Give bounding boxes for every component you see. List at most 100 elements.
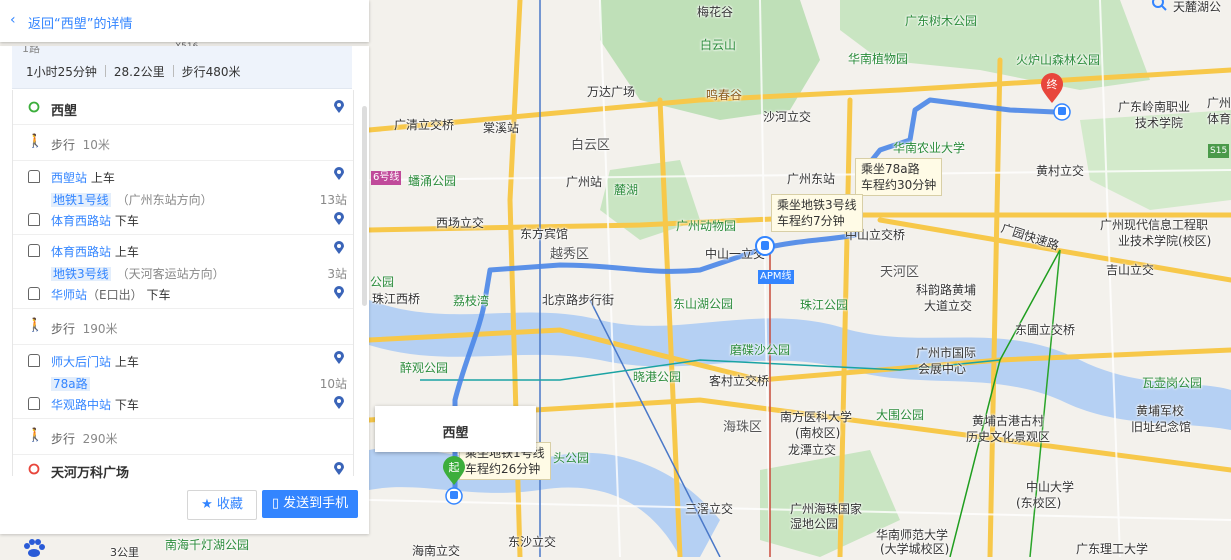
walk-label: 步行 10米 [51, 136, 110, 153]
map-label: 黄埔军校 [1136, 404, 1185, 418]
step-bus[interactable]: 师大后门站 上车 78a路 10站 华观路中站 下车 [13, 344, 353, 419]
line-badge[interactable]: 地铁1号线 [51, 193, 111, 207]
back-to-detail-bar[interactable]: ‹ 返回“西塱”的详情 [0, 0, 369, 42]
line-info[interactable]: 地铁1号线 （广州东站方向） [51, 191, 213, 208]
stop-count: 3站 [327, 267, 347, 281]
map-label: 龙潭立交 [788, 443, 837, 457]
station-name: 师大后门站 [51, 355, 112, 369]
baidu-paw-logo-icon [24, 539, 45, 557]
map-label: 南海千灯湖公园 [165, 538, 250, 552]
destination-dot-icon [28, 463, 40, 475]
bus-segment-callout: 乘坐78a路 车程约30分钟 [855, 158, 943, 196]
location-pin-icon[interactable] [333, 396, 345, 410]
origin-name: 西塱 [51, 104, 78, 119]
map-label: 海南立交 [412, 544, 461, 558]
location-pin-icon[interactable] [333, 212, 345, 226]
map-label: 天河区 [880, 265, 920, 280]
map-label: 广州现代信息工程职 [1100, 218, 1209, 232]
map-label: 大围公园 [876, 408, 925, 422]
step-destination[interactable]: 天河万科广场 [13, 454, 353, 484]
map-label: 东山湖公园 [673, 297, 734, 311]
end-bus-stop-icon [1053, 103, 1071, 121]
map-label: 头公园 [553, 451, 590, 465]
panel-actions: ★ 收藏 ▯ 发送到手机 [0, 484, 369, 534]
location-pin-icon[interactable] [333, 241, 345, 255]
step-subway-1[interactable]: 西塱站 上车 地铁1号线 （广州东站方向） 13站 体育西路站 下车 [13, 160, 353, 235]
divider [104, 65, 106, 77]
bus-icon [27, 397, 41, 411]
route-duration: 1小时25分钟 [26, 65, 97, 79]
board-label: 上车 [114, 245, 139, 259]
phone-icon: ▯ [271, 496, 279, 511]
panel-scrollbar[interactable] [362, 106, 367, 306]
location-pin-icon[interactable] [333, 286, 345, 300]
map-label: 荔枝湾 [453, 294, 490, 308]
scale-label: 3公里 [110, 546, 139, 559]
start-point-callout[interactable]: 西塱 [375, 406, 536, 452]
map-label: 技术学院 [1135, 116, 1184, 130]
location-pin-icon[interactable] [333, 100, 345, 114]
step-walk[interactable]: 🚶 步行 10米 [13, 124, 353, 161]
send-to-phone-button[interactable]: ▯ 发送到手机 [262, 490, 358, 518]
map-label: 科韵路黄埔 [916, 283, 977, 297]
map-label: 天麓湖公 [1173, 0, 1222, 14]
line-info[interactable]: 78a路 [51, 375, 90, 392]
walk-distance: 190米 [82, 322, 118, 336]
map-label: 湿地公园 [790, 517, 839, 531]
map-label: 东圃立交桥 [1015, 323, 1076, 337]
map-label: 醉观公园 [400, 361, 449, 375]
map-label: 广州东站 [787, 172, 836, 186]
map-label: 华南植物园 [848, 52, 909, 66]
map-label: 珠江西桥 [372, 292, 421, 306]
favorite-button[interactable]: ★ 收藏 [187, 490, 257, 520]
route-summary[interactable]: 1路 1小时25分钟 28.2公里 步行480米 [12, 46, 352, 89]
bus-icon [27, 287, 41, 301]
map-label: 磨碟沙公园 [730, 343, 791, 357]
back-to-detail-link[interactable]: 返回“西塱”的详情 [28, 13, 132, 32]
map-label: 广州站 [566, 175, 603, 189]
step-walk[interactable]: 🚶 步行 290米 [13, 418, 353, 455]
location-pin-icon[interactable] [333, 462, 345, 476]
map-label: 珠江公园 [800, 298, 849, 312]
map-label: S15 [1208, 144, 1230, 158]
map-label: 广州 [1207, 96, 1231, 110]
map-label: 客村立交桥 [709, 374, 770, 388]
walk-label: 步行 190米 [51, 320, 118, 337]
start-point-name: 西塱 [442, 426, 469, 441]
map-label: 黄埔古港古村 [972, 414, 1045, 428]
walk-label: 步行 290米 [51, 430, 118, 447]
map-label: 广清立交桥 [394, 118, 455, 132]
callout-line: 乘坐地铁3号线 [777, 198, 857, 212]
location-pin-icon[interactable] [333, 351, 345, 365]
step-subway-2[interactable]: 体育西路站 上车 地铁3号线 （天河客运站方向） 3站 华师站（E口出） 下车 [13, 234, 353, 309]
star-icon: ★ [201, 497, 213, 512]
subway-transfer-icon [755, 236, 775, 256]
end-marker-icon[interactable]: 终 [1039, 72, 1065, 104]
exit-info: （E口出） [87, 288, 143, 302]
start-marker-text: 起 [449, 461, 460, 474]
map-label: 体育 [1207, 112, 1231, 126]
alight-station: 体育西路站 下车 [51, 212, 139, 229]
step-walk[interactable]: 🚶 步行 190米 [13, 308, 353, 345]
line-badge[interactable]: 地铁3号线 [51, 267, 111, 281]
line-badge[interactable]: 78a路 [51, 377, 90, 391]
step-origin[interactable]: 西塱 [13, 90, 353, 125]
map-label: 蟠涌公园 [408, 174, 457, 188]
line-direction: （天河客运站方向） [116, 267, 225, 281]
map-label: 大道立交 [924, 299, 973, 313]
map-label: 黄村立交 [1036, 164, 1085, 178]
search-icon[interactable] [1150, 0, 1168, 12]
map-label: 瓦壶岗公园 [1142, 376, 1203, 390]
map-label: 广州动物园 [676, 219, 737, 233]
map-label: 公园 [370, 275, 395, 289]
map-label: 业技术学院(校区) [1118, 234, 1212, 248]
map-label: 华南师范大学 [876, 528, 949, 542]
start-marker-icon[interactable]: 起 [441, 456, 467, 486]
line-info[interactable]: 地铁3号线 （天河客运站方向） [51, 265, 225, 282]
map-label: 西场立交 [436, 216, 485, 230]
divider [172, 65, 174, 77]
map-label: 6号线 [371, 171, 402, 185]
location-pin-icon[interactable] [333, 167, 345, 181]
map-label: 东沙立交 [508, 535, 557, 549]
origin-dot-icon [28, 101, 40, 113]
